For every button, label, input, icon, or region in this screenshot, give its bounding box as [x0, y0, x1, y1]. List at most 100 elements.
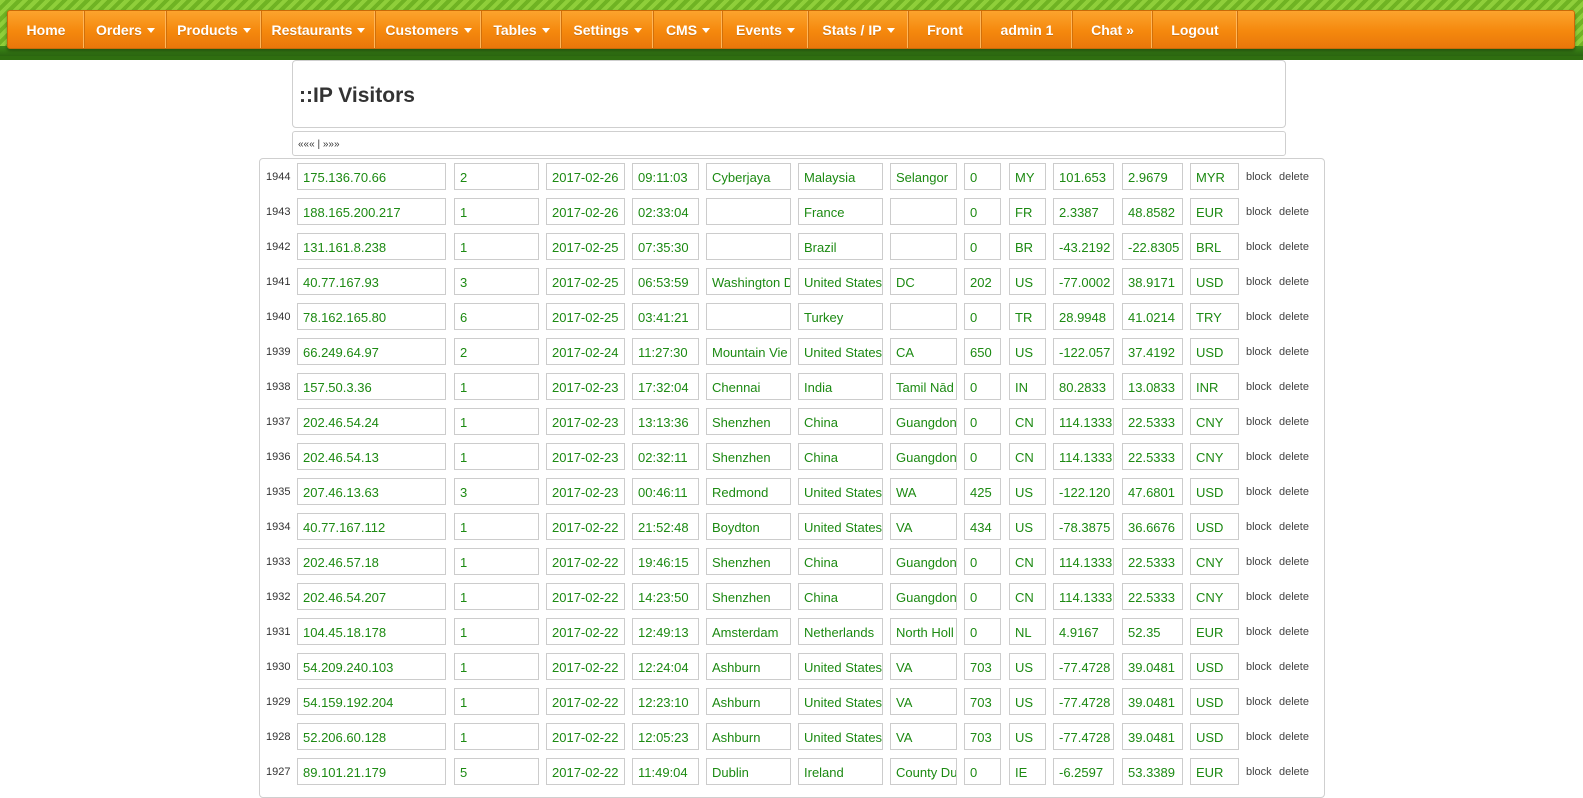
longitude-field[interactable]: 114.1333 [1053, 408, 1114, 435]
currency-field[interactable]: EUR [1190, 758, 1239, 785]
area-code-field[interactable]: 0 [964, 233, 1001, 260]
latitude-field[interactable]: 22.5333 [1122, 548, 1183, 575]
latitude-field[interactable]: 22.5333 [1122, 583, 1183, 610]
ip-field[interactable]: 202.46.54.24 [297, 408, 446, 435]
country-code-field[interactable]: BR [1009, 233, 1046, 260]
currency-field[interactable]: CNY [1190, 408, 1239, 435]
currency-field[interactable]: USD [1190, 338, 1239, 365]
region-field[interactable]: DC [890, 268, 957, 295]
ip-field[interactable]: 202.46.57.18 [297, 548, 446, 575]
region-field[interactable]: Guangdon [890, 548, 957, 575]
longitude-field[interactable]: 2.3387 [1053, 198, 1114, 225]
longitude-field[interactable]: -77.0002 [1053, 268, 1114, 295]
date-field[interactable]: 2017-02-23 [546, 373, 625, 400]
delete-link[interactable]: delete [1279, 416, 1309, 428]
longitude-field[interactable]: 114.1333 [1053, 583, 1114, 610]
longitude-field[interactable]: 114.1333 [1053, 443, 1114, 470]
city-field[interactable]: Chennai [706, 373, 791, 400]
nav-item-home[interactable]: Home [8, 11, 85, 48]
nav-item-logout[interactable]: Logout [1153, 11, 1238, 48]
area-code-field[interactable]: 202 [964, 268, 1001, 295]
block-link[interactable]: block [1246, 276, 1272, 288]
city-field[interactable]: Ashburn [706, 688, 791, 715]
delete-link[interactable]: delete [1279, 276, 1309, 288]
country-field[interactable]: Malaysia [798, 163, 883, 190]
latitude-field[interactable]: 48.8582 [1122, 198, 1183, 225]
ip-field[interactable]: 202.46.54.13 [297, 443, 446, 470]
currency-field[interactable]: MYR [1190, 163, 1239, 190]
nav-item-admin[interactable]: admin 1 [982, 11, 1073, 48]
ip-field[interactable]: 54.159.192.204 [297, 688, 446, 715]
visits-field[interactable]: 1 [454, 198, 539, 225]
area-code-field[interactable]: 0 [964, 548, 1001, 575]
longitude-field[interactable]: -6.2597 [1053, 758, 1114, 785]
country-code-field[interactable]: NL [1009, 618, 1046, 645]
date-field[interactable]: 2017-02-25 [546, 268, 625, 295]
country-code-field[interactable]: TR [1009, 303, 1046, 330]
region-field[interactable]: CA [890, 338, 957, 365]
region-field[interactable]: Guangdon [890, 408, 957, 435]
delete-link[interactable]: delete [1279, 171, 1309, 183]
visits-field[interactable]: 3 [454, 478, 539, 505]
delete-link[interactable]: delete [1279, 731, 1309, 743]
longitude-field[interactable]: 114.1333 [1053, 548, 1114, 575]
time-field[interactable]: 12:05:23 [632, 723, 699, 750]
delete-link[interactable]: delete [1279, 661, 1309, 673]
currency-field[interactable]: USD [1190, 513, 1239, 540]
time-field[interactable]: 02:32:11 [632, 443, 699, 470]
latitude-field[interactable]: 41.0214 [1122, 303, 1183, 330]
country-code-field[interactable]: US [1009, 478, 1046, 505]
region-field[interactable]: Guangdon [890, 443, 957, 470]
longitude-field[interactable]: -122.057 [1053, 338, 1114, 365]
latitude-field[interactable]: 37.4192 [1122, 338, 1183, 365]
currency-field[interactable]: USD [1190, 478, 1239, 505]
nav-item-settings[interactable]: Settings [562, 11, 654, 48]
nav-item-stats-ip[interactable]: Stats / IP [809, 11, 909, 48]
city-field[interactable]: Shenzhen [706, 548, 791, 575]
time-field[interactable]: 06:53:59 [632, 268, 699, 295]
date-field[interactable]: 2017-02-22 [546, 758, 625, 785]
country-field[interactable]: Netherlands [798, 618, 883, 645]
ip-field[interactable]: 40.77.167.112 [297, 513, 446, 540]
area-code-field[interactable]: 703 [964, 723, 1001, 750]
city-field[interactable]: Shenzhen [706, 443, 791, 470]
region-field[interactable]: VA [890, 513, 957, 540]
block-link[interactable]: block [1246, 241, 1272, 253]
latitude-field[interactable]: 38.9171 [1122, 268, 1183, 295]
nav-item-chat[interactable]: Chat » [1073, 11, 1153, 48]
delete-link[interactable]: delete [1279, 486, 1309, 498]
area-code-field[interactable]: 0 [964, 758, 1001, 785]
longitude-field[interactable]: 80.2833 [1053, 373, 1114, 400]
country-code-field[interactable]: US [1009, 688, 1046, 715]
delete-link[interactable]: delete [1279, 451, 1309, 463]
country-code-field[interactable]: CN [1009, 548, 1046, 575]
date-field[interactable]: 2017-02-26 [546, 163, 625, 190]
region-field[interactable]: North Holl [890, 618, 957, 645]
ip-field[interactable]: 131.161.8.238 [297, 233, 446, 260]
country-code-field[interactable]: FR [1009, 198, 1046, 225]
longitude-field[interactable]: 101.653 [1053, 163, 1114, 190]
ip-field[interactable]: 54.209.240.103 [297, 653, 446, 680]
city-field[interactable]: Mountain Vie [706, 338, 791, 365]
time-field[interactable]: 21:52:48 [632, 513, 699, 540]
area-code-field[interactable]: 0 [964, 163, 1001, 190]
ip-field[interactable]: 202.46.54.207 [297, 583, 446, 610]
region-field[interactable] [890, 303, 957, 330]
currency-field[interactable]: CNY [1190, 548, 1239, 575]
pager-links[interactable]: ««« | »»» [298, 139, 340, 150]
country-field[interactable]: United States [798, 723, 883, 750]
area-code-field[interactable]: 0 [964, 303, 1001, 330]
city-field[interactable]: Dublin [706, 758, 791, 785]
block-link[interactable]: block [1246, 661, 1272, 673]
nav-item-restaurants[interactable]: Restaurants [262, 11, 376, 48]
nav-item-cms[interactable]: CMS [654, 11, 723, 48]
region-field[interactable]: VA [890, 653, 957, 680]
country-field[interactable]: China [798, 548, 883, 575]
block-link[interactable]: block [1246, 696, 1272, 708]
longitude-field[interactable]: -43.2192 [1053, 233, 1114, 260]
delete-link[interactable]: delete [1279, 766, 1309, 778]
ip-field[interactable]: 157.50.3.36 [297, 373, 446, 400]
time-field[interactable]: 07:35:30 [632, 233, 699, 260]
latitude-field[interactable]: 52.35 [1122, 618, 1183, 645]
latitude-field[interactable]: 13.0833 [1122, 373, 1183, 400]
